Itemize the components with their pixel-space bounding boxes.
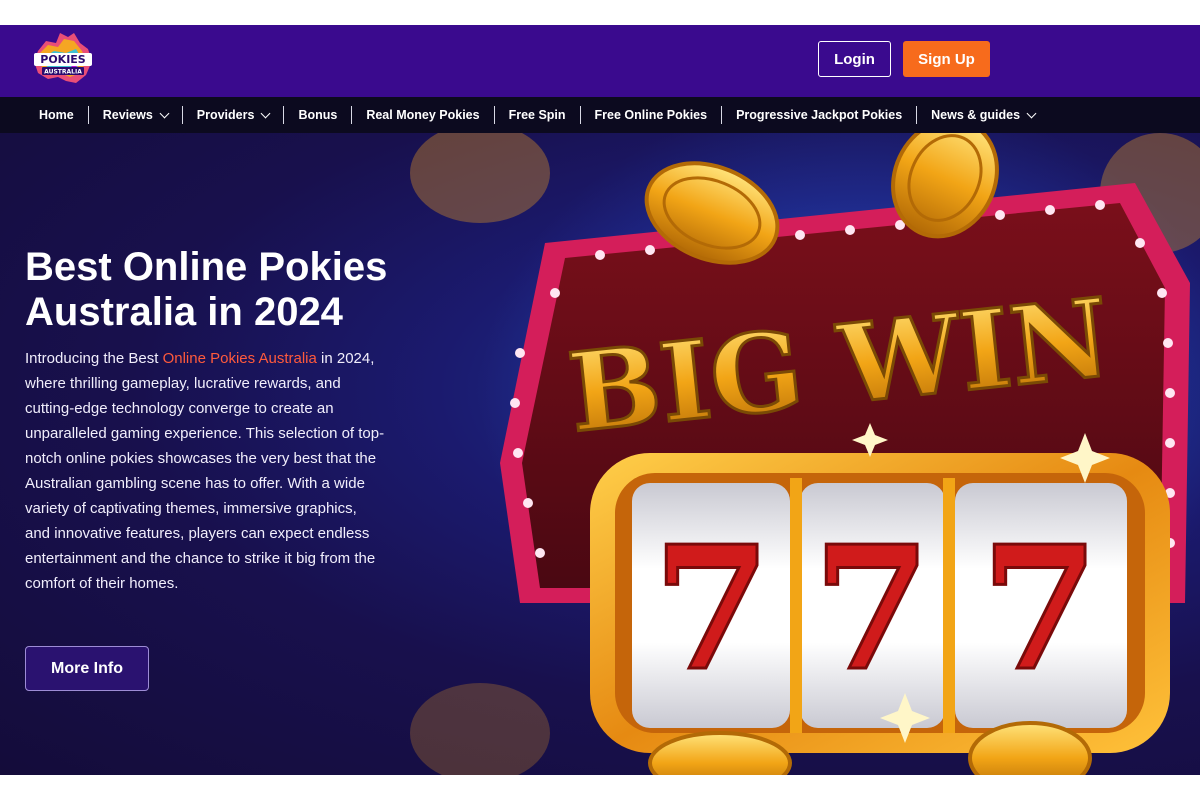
reel-symbol: 7 <box>813 509 931 709</box>
site-logo[interactable]: POKIES AUSTRALIA <box>30 29 96 91</box>
nav-item-free-online-pokies[interactable]: Free Online Pokies <box>581 106 723 124</box>
chevron-down-icon <box>260 108 271 118</box>
nav-item-label: Real Money Pokies <box>366 108 480 122</box>
intro-text: in 2024, where thrilling gameplay, lucra… <box>25 350 385 592</box>
reel-symbol: 7 <box>653 509 771 709</box>
site-header: POKIES AUSTRALIA Login Sign Up <box>0 25 1200 97</box>
nav-item-label: Home <box>39 108 74 122</box>
nav-item-label: Bonus <box>298 108 338 122</box>
logo-text-pokies: POKIES <box>40 53 86 66</box>
nav-item-reviews[interactable]: Reviews <box>89 106 183 124</box>
signup-button[interactable]: Sign Up <box>903 41 990 77</box>
logo-text-australia: AUSTRALIA <box>44 69 82 76</box>
online-pokies-australia-link[interactable]: Online Pokies Australia <box>163 350 317 367</box>
page-title: Best Online Pokies Australia in 2024 <box>25 245 388 334</box>
chevron-down-icon <box>159 108 170 118</box>
main-nav: Home Reviews Providers Bonus Real Money … <box>0 97 1200 133</box>
nav-item-real-money-pokies[interactable]: Real Money Pokies <box>352 106 495 124</box>
nav-item-label: Free Spin <box>508 108 566 122</box>
nav-item-providers[interactable]: Providers <box>183 106 285 124</box>
page-frame: POKIES AUSTRALIA Login Sign Up Home Revi… <box>0 25 1200 775</box>
hero-section: BIG WIN 7 7 7 Best Online Pokies Austral… <box>0 133 1200 775</box>
intro-text: Introducing the Best <box>25 350 163 367</box>
nav-item-news-guides[interactable]: News & guides <box>917 106 1049 124</box>
australia-map-logo-icon: POKIES AUSTRALIA <box>34 33 92 83</box>
nav-item-label: Free Online Pokies <box>594 108 708 122</box>
nav-item-label: Providers <box>196 108 255 122</box>
nav-item-progressive-jackpot-pokies[interactable]: Progressive Jackpot Pokies <box>722 106 918 124</box>
nav-item-free-spin[interactable]: Free Spin <box>495 106 581 124</box>
nav-item-home[interactable]: Home <box>25 106 89 124</box>
login-button[interactable]: Login <box>818 41 891 77</box>
hero-description: Introducing the Best Online Pokies Austr… <box>25 346 385 596</box>
more-info-button[interactable]: More Info <box>25 646 149 691</box>
chevron-down-icon <box>1026 108 1037 118</box>
nav-item-bonus[interactable]: Bonus <box>284 106 353 124</box>
reel-symbol: 7 <box>981 509 1099 709</box>
nav-item-label: News & guides <box>931 108 1021 122</box>
nav-item-label: Reviews <box>102 108 153 122</box>
coin-icon <box>968 721 1092 775</box>
nav-item-label: Progressive Jackpot Pokies <box>736 108 903 122</box>
